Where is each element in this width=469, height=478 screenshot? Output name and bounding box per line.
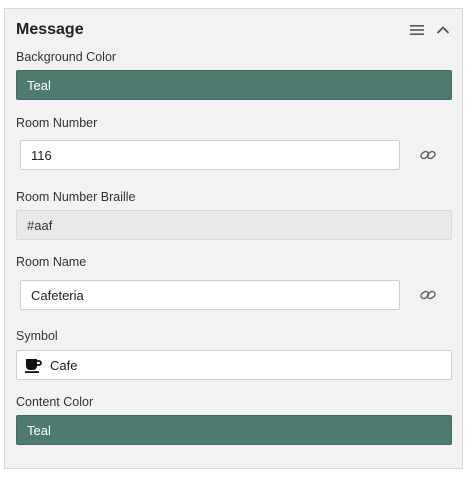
- background-color-value: Teal: [27, 77, 51, 93]
- chevron-up-icon[interactable]: [434, 22, 452, 38]
- message-panel: Message Background Color Teal Room Numbe…: [4, 8, 463, 469]
- room-name-input[interactable]: Cafeteria: [20, 280, 400, 310]
- content-color-select[interactable]: Teal: [16, 415, 452, 445]
- room-number-braille-field: #aaf: [16, 210, 452, 240]
- coffee-cup-icon: [24, 356, 42, 374]
- room-name-value: Cafeteria: [31, 287, 84, 303]
- room-number-braille-value: #aaf: [27, 217, 53, 233]
- symbol-label: Symbol: [16, 329, 58, 343]
- menu-icon[interactable]: [408, 22, 426, 38]
- link-icon[interactable]: [419, 146, 437, 164]
- symbol-select[interactable]: Cafe: [16, 350, 452, 380]
- background-color-label: Background Color: [16, 50, 117, 64]
- room-name-label: Room Name: [16, 255, 87, 269]
- symbol-value: Cafe: [50, 357, 78, 373]
- panel-header-actions: [408, 22, 452, 38]
- panel-title: Message: [16, 21, 84, 38]
- room-number-value: 116: [31, 147, 52, 163]
- room-number-braille-label: Room Number Braille: [16, 190, 136, 204]
- content-color-value: Teal: [27, 422, 51, 438]
- room-number-input[interactable]: 116: [20, 140, 400, 170]
- link-icon[interactable]: [419, 286, 437, 304]
- background-color-select[interactable]: Teal: [16, 70, 452, 100]
- room-number-label: Room Number: [16, 116, 98, 130]
- content-color-label: Content Color: [16, 395, 94, 409]
